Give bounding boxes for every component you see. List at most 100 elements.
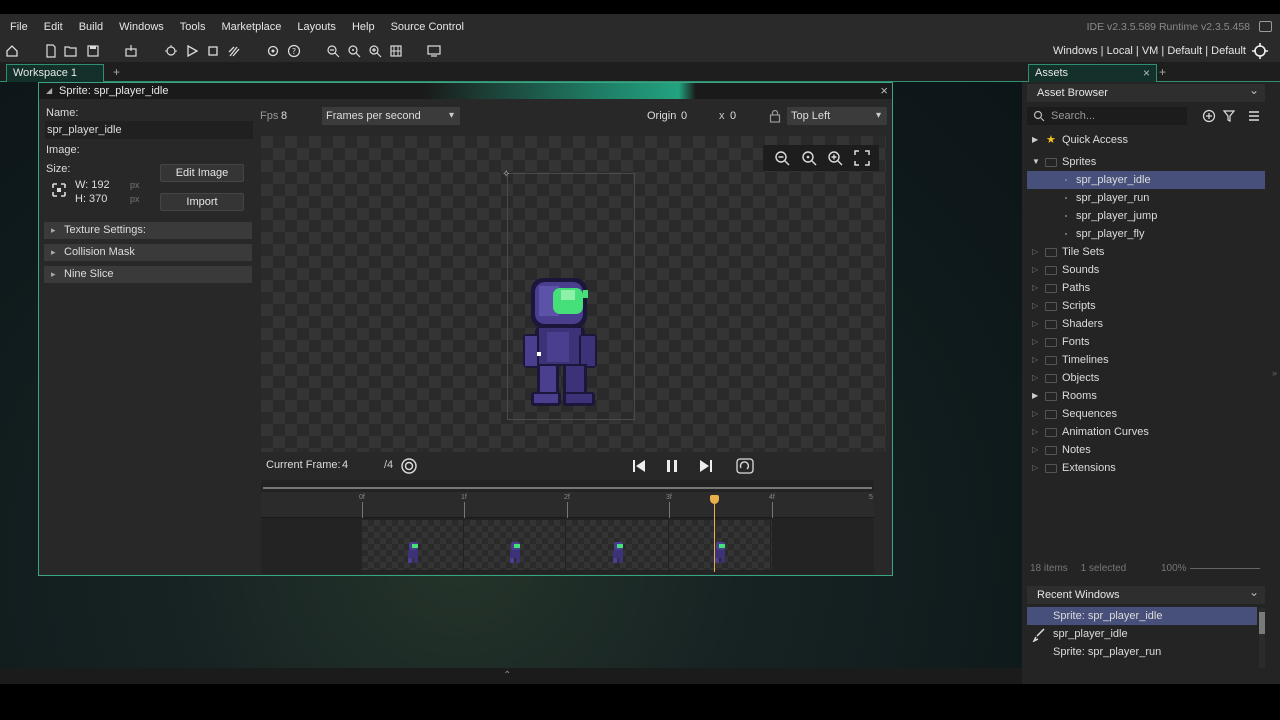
help-icon[interactable]: ? bbox=[285, 42, 303, 60]
recent-scrollbar[interactable] bbox=[1259, 608, 1265, 668]
tree-folder[interactable]: ▷ Scripts bbox=[1027, 297, 1265, 315]
zoom-slider[interactable] bbox=[1190, 568, 1260, 569]
add-tab-button[interactable]: + bbox=[1159, 65, 1166, 79]
close-button[interactable]: × bbox=[880, 83, 888, 99]
tree-folder-sprites[interactable]: ▼ Sprites bbox=[1027, 153, 1265, 171]
expand-arrow-icon[interactable]: ▷ bbox=[1032, 333, 1038, 351]
home-icon[interactable] bbox=[3, 42, 21, 60]
lock-icon[interactable] bbox=[769, 109, 781, 123]
timeline-scroll-track[interactable] bbox=[263, 487, 872, 489]
zoom-out-icon[interactable] bbox=[773, 149, 791, 167]
tree-folder[interactable]: ▷ Sequences bbox=[1027, 405, 1265, 423]
menu-file[interactable]: File bbox=[0, 14, 36, 40]
loop-icon[interactable] bbox=[736, 457, 754, 475]
tree-folder[interactable]: ▶ Rooms bbox=[1027, 387, 1265, 405]
collision-mask-section[interactable]: Collision Mask bbox=[44, 244, 252, 261]
recent-item[interactable]: spr_player_idle bbox=[1027, 625, 1257, 643]
tree-item-sprite[interactable]: spr_player_jump bbox=[1027, 207, 1265, 225]
tree-item-sprite[interactable]: spr_player_run bbox=[1027, 189, 1265, 207]
tab-workspace-1[interactable]: Workspace 1 bbox=[6, 64, 104, 82]
current-frame-input[interactable]: 4 bbox=[342, 459, 348, 471]
collapse-arrow-icon[interactable]: ▼ bbox=[1032, 153, 1040, 171]
expand-arrow-icon[interactable]: ▷ bbox=[1032, 243, 1038, 261]
tree-item-sprite[interactable]: spr_player_fly bbox=[1027, 225, 1265, 243]
asset-browser-header[interactable]: Asset Browser bbox=[1027, 81, 1265, 102]
tree-folder[interactable]: ▷ Paths bbox=[1027, 279, 1265, 297]
sprite-name-field[interactable]: spr_player_idle bbox=[45, 121, 253, 139]
fps-input[interactable]: 8 bbox=[281, 110, 287, 122]
debug-icon[interactable] bbox=[162, 42, 180, 60]
menu-build[interactable]: Build bbox=[71, 14, 111, 40]
tree-folder[interactable]: ▷ Timelines bbox=[1027, 351, 1265, 369]
playhead[interactable] bbox=[714, 495, 715, 572]
target-selector[interactable]: Windows | Local | VM | Default | Default bbox=[1053, 40, 1246, 62]
recent-scrollbar-thumb[interactable] bbox=[1259, 612, 1265, 634]
expand-arrow-icon[interactable]: ▷ bbox=[1032, 279, 1038, 297]
playhead-handle[interactable] bbox=[710, 495, 719, 504]
last-frame-icon[interactable] bbox=[697, 457, 715, 475]
frame-timeline[interactable]: 0f 1f 2f 3f 4f 5 bbox=[261, 480, 874, 574]
expand-arrow-icon[interactable]: ▷ bbox=[1032, 261, 1038, 279]
side-expand-icon[interactable]: » bbox=[1272, 368, 1277, 378]
add-workspace-button[interactable]: + bbox=[113, 65, 120, 79]
timeline-scrollbar[interactable] bbox=[261, 484, 874, 492]
tree-folder[interactable]: ▷ Extensions bbox=[1027, 459, 1265, 477]
window-restore-icon[interactable] bbox=[1259, 21, 1272, 32]
package-icon[interactable] bbox=[122, 42, 140, 60]
texture-settings-section[interactable]: Texture Settings: bbox=[44, 222, 252, 239]
menu-marketplace[interactable]: Marketplace bbox=[213, 14, 289, 40]
onion-skin-icon[interactable] bbox=[400, 457, 418, 475]
expand-arrow-icon[interactable]: ▶ bbox=[1032, 131, 1038, 149]
new-file-icon[interactable] bbox=[42, 42, 60, 60]
frame-thumbnail[interactable] bbox=[464, 520, 566, 570]
open-folder-icon[interactable] bbox=[62, 42, 80, 60]
recent-item[interactable]: Sprite: spr_player_idle bbox=[1027, 607, 1257, 625]
menu-windows[interactable]: Windows bbox=[111, 14, 172, 40]
menu-tools[interactable]: Tools bbox=[172, 14, 214, 40]
recent-windows-header[interactable]: Recent Windows bbox=[1027, 583, 1265, 604]
edit-image-button[interactable]: Edit Image bbox=[160, 164, 244, 182]
create-asset-icon[interactable] bbox=[1202, 109, 1216, 123]
zoom-reset-icon[interactable] bbox=[345, 42, 363, 60]
timeline-ruler[interactable]: 0f 1f 2f 3f 4f 5 bbox=[261, 492, 874, 518]
tree-folder[interactable]: ▷ Objects bbox=[1027, 369, 1265, 387]
tab-assets[interactable]: Assets × bbox=[1028, 64, 1157, 82]
origin-x-input[interactable]: 0 bbox=[681, 110, 687, 122]
recent-item[interactable]: Sprite: spr_player_run bbox=[1027, 643, 1257, 661]
menu-source-control[interactable]: Source Control bbox=[383, 14, 472, 40]
origin-y-input[interactable]: 0 bbox=[730, 110, 736, 122]
expand-arrow-icon[interactable]: ▷ bbox=[1032, 405, 1038, 423]
tree-folder[interactable]: ▷ Notes bbox=[1027, 441, 1265, 459]
fullscreen-icon[interactable] bbox=[853, 149, 871, 167]
menu-edit[interactable]: Edit bbox=[36, 14, 71, 40]
expand-arrow-icon[interactable]: ▷ bbox=[1032, 351, 1038, 369]
pause-icon[interactable] bbox=[663, 457, 681, 475]
monitor-icon[interactable] bbox=[425, 42, 443, 60]
expand-arrow-icon[interactable]: ▷ bbox=[1032, 441, 1038, 459]
zoom-reset-icon[interactable] bbox=[800, 149, 818, 167]
import-button[interactable]: Import bbox=[160, 193, 244, 211]
sprite-editor-titlebar[interactable]: ◢ Sprite: spr_player_idle × bbox=[39, 83, 892, 99]
tree-folder[interactable]: ▷ Fonts bbox=[1027, 333, 1265, 351]
zoom-in-icon[interactable] bbox=[826, 149, 844, 167]
expand-arrow-icon[interactable]: ▷ bbox=[1032, 423, 1038, 441]
tree-folder[interactable]: ▷ Shaders bbox=[1027, 315, 1265, 333]
menu-icon[interactable] bbox=[1247, 109, 1261, 123]
frame-thumbnail[interactable] bbox=[567, 520, 669, 570]
origin-preset-select[interactable]: Top Left bbox=[787, 107, 887, 125]
zoom-out-icon[interactable] bbox=[324, 42, 342, 60]
menu-help[interactable]: Help bbox=[344, 14, 383, 40]
zoom-in-icon[interactable] bbox=[366, 42, 384, 60]
expand-arrow-icon[interactable]: ▷ bbox=[1032, 459, 1038, 477]
menu-layouts[interactable]: Layouts bbox=[289, 14, 344, 40]
target-icon[interactable] bbox=[1252, 43, 1268, 59]
tree-quick-access[interactable]: ▶ ★ Quick Access bbox=[1027, 131, 1265, 149]
run-icon[interactable] bbox=[183, 42, 201, 60]
tree-folder[interactable]: ▷ Sounds bbox=[1027, 261, 1265, 279]
expand-arrow-icon[interactable]: ▷ bbox=[1032, 297, 1038, 315]
fps-mode-select[interactable]: Frames per second bbox=[322, 107, 460, 125]
nine-slice-section[interactable]: Nine Slice bbox=[44, 266, 252, 283]
tree-item-sprite[interactable]: spr_player_idle bbox=[1027, 171, 1265, 189]
stop-icon[interactable] bbox=[204, 42, 222, 60]
resize-icon[interactable] bbox=[52, 183, 66, 197]
